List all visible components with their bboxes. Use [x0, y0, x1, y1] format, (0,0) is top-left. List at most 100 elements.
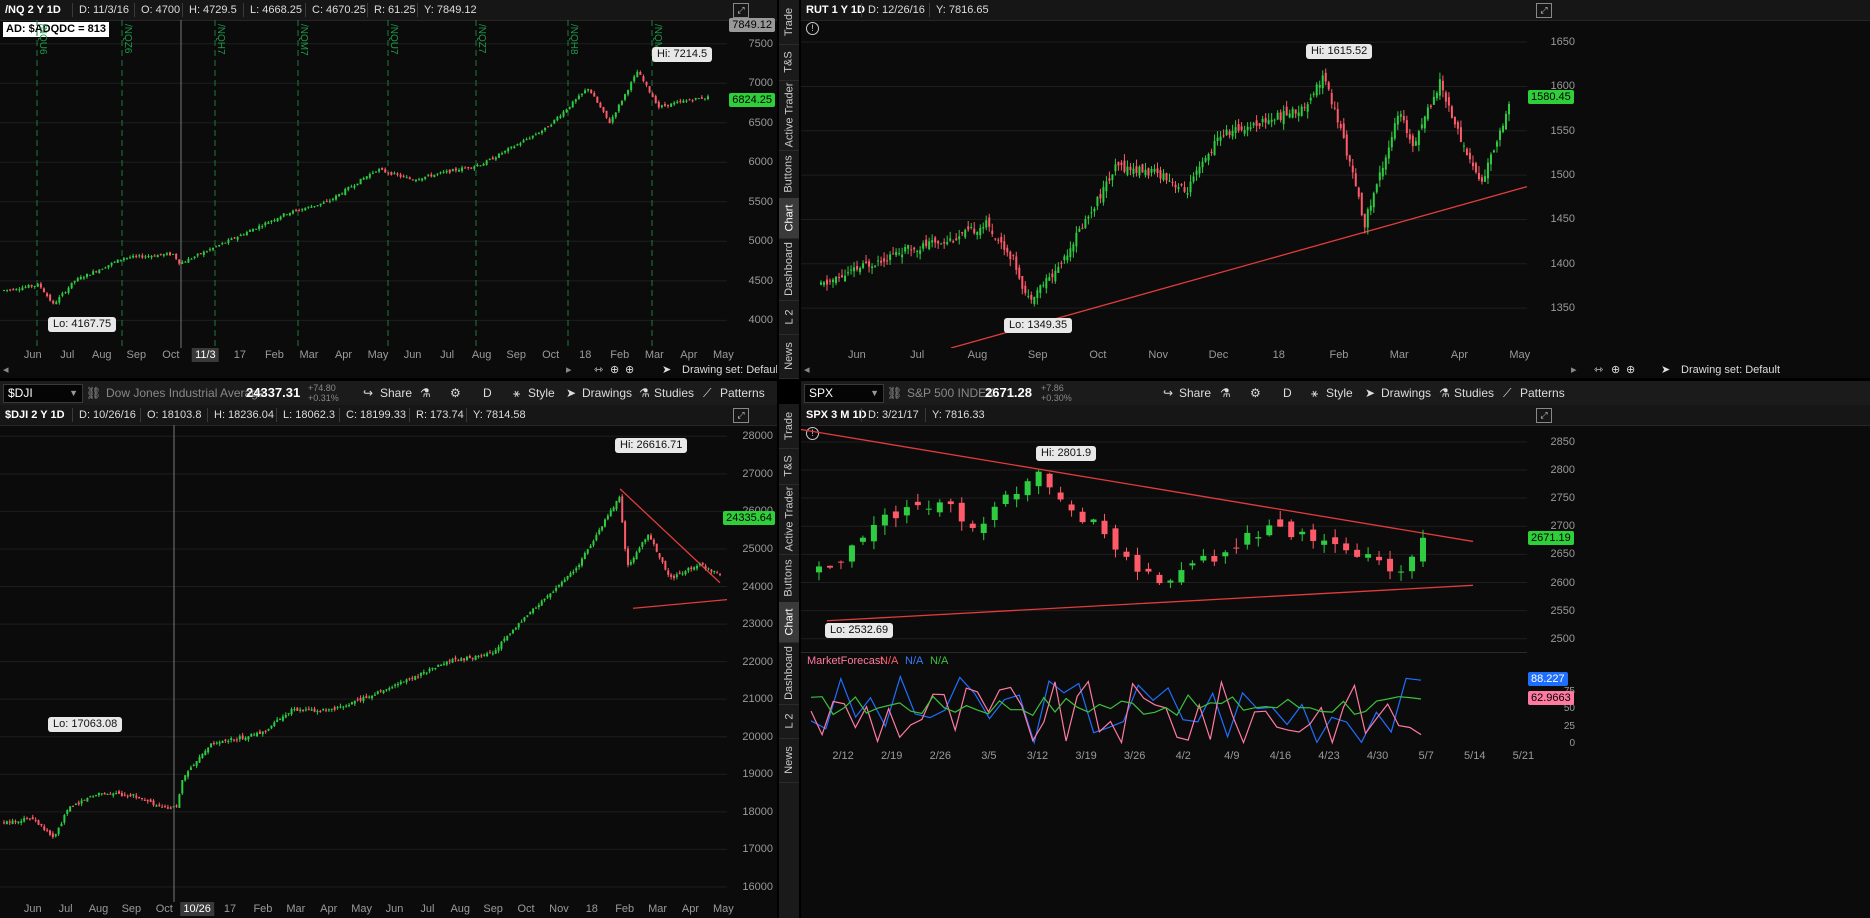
- studies-icon[interactable]: ⚗: [639, 385, 650, 401]
- rut-crosshair-icon[interactable]: ⊕: [1611, 362, 1620, 378]
- spx-style-button[interactable]: Style: [1326, 385, 1353, 401]
- tab-news[interactable]: News: [779, 334, 799, 379]
- tab-active-trader[interactable]: Active Trader: [779, 484, 799, 555]
- spx-patterns-button[interactable]: Patterns: [1520, 385, 1565, 401]
- candle-body: [1465, 148, 1468, 156]
- tab-level2[interactable]: L 2: [779, 300, 799, 335]
- rut-scroll-right-icon[interactable]: ▸: [1571, 362, 1577, 378]
- spx-price-chart[interactable]: [801, 425, 1527, 650]
- tab-level2[interactable]: L 2: [779, 704, 799, 739]
- indicator-green-line: [810, 693, 1422, 717]
- link-icon[interactable]: ⛓: [86, 385, 101, 401]
- nq-symbol-period[interactable]: /NQ 2 Y 1D: [2, 0, 64, 20]
- rut-pan-icon[interactable]: ⇿: [1594, 362, 1603, 378]
- tab-time-and-sales[interactable]: T&S: [779, 448, 799, 485]
- spx-share-button[interactable]: Share: [1179, 385, 1211, 401]
- nq-zoom-in-icon[interactable]: ⊕: [625, 362, 634, 378]
- candle-body: [46, 293, 49, 297]
- candle-body: [378, 169, 381, 172]
- candle-body: [135, 795, 138, 798]
- tab-dashboard[interactable]: Dashboard: [779, 238, 799, 301]
- candle-body: [227, 239, 230, 243]
- studies-icon[interactable]: ⚗: [1439, 385, 1450, 401]
- spx-zoom-icon[interactable]: ⤢: [1536, 408, 1552, 423]
- candle-body: [1435, 92, 1438, 99]
- trend-line-lower: [632, 599, 727, 609]
- x-tick-label: 18: [1272, 349, 1285, 361]
- candle-body: [141, 255, 144, 258]
- dji-symbol-period[interactable]: $DJI 2 Y 1D: [2, 405, 68, 425]
- share-icon[interactable]: ↪: [363, 385, 373, 401]
- rut-drawing-set[interactable]: Drawing set: Default: [1681, 362, 1780, 378]
- candle-body: [187, 771, 190, 777]
- spx-studies-button[interactable]: Studies: [1454, 385, 1494, 401]
- candle-body: [1167, 580, 1174, 583]
- nq-price-chart[interactable]: /NQU6/NQZ6/NQH7/NQM7/NQU7/NQZ7/NQH8/NQM8: [0, 20, 727, 348]
- spx-drawings-button[interactable]: Drawings: [1381, 385, 1431, 401]
- tab-active-trader[interactable]: Active Trader: [779, 80, 799, 151]
- tab-chart[interactable]: Chart: [779, 602, 799, 643]
- candle-body: [6, 289, 9, 291]
- rut-scroll-left-icon[interactable]: ◂: [804, 362, 810, 378]
- rut-price-chart[interactable]: [801, 20, 1527, 348]
- market-forecast-chart[interactable]: [801, 669, 1527, 749]
- nq-pointer-icon[interactable]: ➤: [662, 362, 671, 378]
- nq-pan-icon[interactable]: ⇿: [594, 362, 603, 378]
- tab-buttons[interactable]: Buttons: [779, 150, 799, 199]
- gear-icon[interactable]: ⚙: [450, 385, 461, 401]
- dji-patterns-button[interactable]: Patterns: [720, 385, 765, 401]
- dji-price-chart[interactable]: [0, 425, 727, 902]
- candle-body: [255, 228, 258, 230]
- tab-chart[interactable]: Chart: [779, 198, 799, 239]
- style-icon[interactable]: ⚹: [513, 385, 520, 401]
- rut-symbol-period[interactable]: RUT 1 Y 1D: [803, 0, 868, 20]
- rut-zoom-in-icon[interactable]: ⊕: [1626, 362, 1635, 378]
- pointer-icon[interactable]: ➤: [1365, 385, 1375, 401]
- candle-body: [24, 286, 27, 288]
- gear-icon[interactable]: ⚙: [1250, 385, 1261, 401]
- nq-zoom-icon[interactable]: ⤢: [733, 3, 749, 18]
- candle-body: [322, 202, 325, 204]
- x-tick-label: Aug: [91, 349, 112, 361]
- tab-news[interactable]: News: [779, 738, 799, 783]
- nq-open: O: 4700: [141, 4, 181, 16]
- indicator-name[interactable]: MarketForecast: [804, 653, 886, 669]
- nq-drawing-set[interactable]: Drawing set: Default: [682, 362, 777, 378]
- candle-body: [1211, 555, 1218, 562]
- tab-trade[interactable]: Trade: [779, 0, 799, 45]
- candle-body: [704, 565, 707, 569]
- tab-trade[interactable]: Trade: [779, 404, 799, 449]
- spx-period-button[interactable]: D: [1283, 385, 1292, 401]
- dji-style-button[interactable]: Style: [528, 385, 555, 401]
- flask-icon[interactable]: ⚗: [1220, 385, 1231, 401]
- link-icon[interactable]: ⛓: [887, 385, 902, 401]
- candle-body: [1310, 529, 1317, 541]
- dji-symbol-select[interactable]: $DJI ▼: [3, 384, 83, 403]
- nq-crosshair-icon[interactable]: ⊕: [610, 362, 619, 378]
- x-tick-label: Feb: [264, 349, 284, 361]
- spx-symbol-period[interactable]: SPX 3 M 1D: [803, 405, 870, 425]
- patterns-icon[interactable]: ⟋: [703, 385, 711, 401]
- candle-body: [1402, 115, 1405, 121]
- candle-body: [405, 679, 408, 683]
- tab-buttons[interactable]: Buttons: [779, 554, 799, 603]
- tab-time-and-sales[interactable]: T&S: [779, 44, 799, 81]
- nq-scroll-left-icon[interactable]: ◂: [3, 362, 9, 378]
- candle-body: [1105, 181, 1108, 192]
- rut-zoom-icon[interactable]: ⤢: [1536, 3, 1552, 18]
- patterns-icon[interactable]: ⟋: [1503, 385, 1511, 401]
- pointer-icon[interactable]: ➤: [566, 385, 576, 401]
- candle-body: [678, 572, 681, 574]
- rut-pointer-icon[interactable]: ➤: [1661, 362, 1670, 378]
- dji-studies-button[interactable]: Studies: [654, 385, 694, 401]
- dji-zoom-icon[interactable]: ⤢: [733, 408, 749, 423]
- share-icon[interactable]: ↪: [1163, 385, 1173, 401]
- tab-dashboard[interactable]: Dashboard: [779, 642, 799, 705]
- dji-period-button[interactable]: D: [483, 385, 492, 401]
- nq-scroll-right-icon[interactable]: ▸: [566, 362, 572, 378]
- spx-symbol-select[interactable]: SPX ▼: [804, 384, 884, 403]
- flask-icon[interactable]: ⚗: [420, 385, 431, 401]
- style-icon[interactable]: ⚹: [1311, 385, 1318, 401]
- dji-share-button[interactable]: Share: [380, 385, 412, 401]
- dji-drawings-button[interactable]: Drawings: [582, 385, 632, 401]
